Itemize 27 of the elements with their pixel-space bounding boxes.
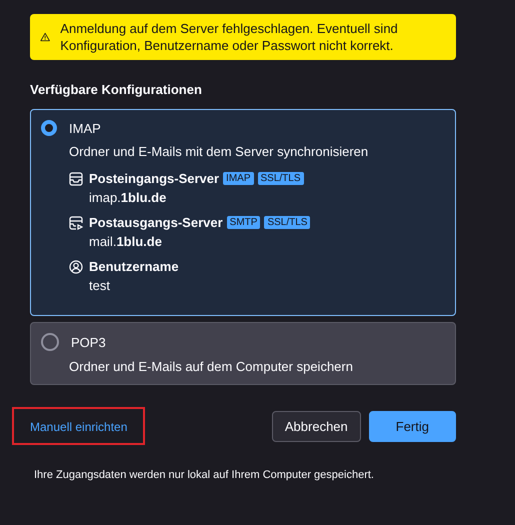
user-icon	[69, 260, 83, 274]
protocol-tag: SSL/TLS	[264, 216, 310, 229]
outbox-icon	[69, 216, 83, 230]
done-button[interactable]: Fertig	[368, 410, 456, 442]
section-heading: Verfügbare Konfigurationen	[30, 82, 203, 97]
detail-label: Posteingangs-Server	[89, 171, 220, 186]
option-description: Ordner und E-Mails mit dem Server synchronisieren	[69, 144, 370, 159]
configuration-option[interactable]: IMAP Ordner und E-Mails mit dem Server synchronisieren Posteingangs-Server IMAP SSL/TLS imap.1blu.de Postausgangs-Server SMTP SSL/TLS mail.1blu.de Benutzername test	[30, 109, 456, 316]
warning-message: Anmeldung auf dem Server fehlgeschlagen. Eventuell sind Konfiguration, Benutzername oder Passwort nicht korrekt.	[60, 20, 399, 54]
protocol-tag: SSL/TLS	[258, 172, 304, 185]
protocol-tag: IMAP	[223, 172, 254, 185]
cancel-button[interactable]: Abbrechen	[272, 410, 361, 442]
option-title: POP3	[71, 334, 106, 350]
detail-value: mail.1blu.de	[89, 234, 163, 249]
detail-label: Benutzername	[89, 259, 179, 274]
inbox-icon	[69, 172, 83, 186]
detail-label: Postausgangs-Server	[89, 215, 223, 230]
manual-setup-link[interactable]: Manuell einrichten	[30, 420, 128, 434]
detail-value: imap.1blu.de	[89, 190, 168, 205]
detail-value: test	[89, 278, 111, 293]
option-description: Ordner und E-Mails auf dem Computer speichern	[69, 359, 354, 374]
configuration-option[interactable]: POP3 Ordner und E-Mails auf dem Computer speichern	[30, 322, 456, 385]
radio-button[interactable]	[41, 120, 57, 136]
option-title: IMAP	[69, 120, 101, 136]
privacy-note: Ihre Zugangsdaten werden nur lokal auf Ihrem Computer gespeichert.	[34, 469, 375, 481]
protocol-tag: SMTP	[226, 216, 260, 229]
radio-button[interactable]	[41, 333, 59, 351]
